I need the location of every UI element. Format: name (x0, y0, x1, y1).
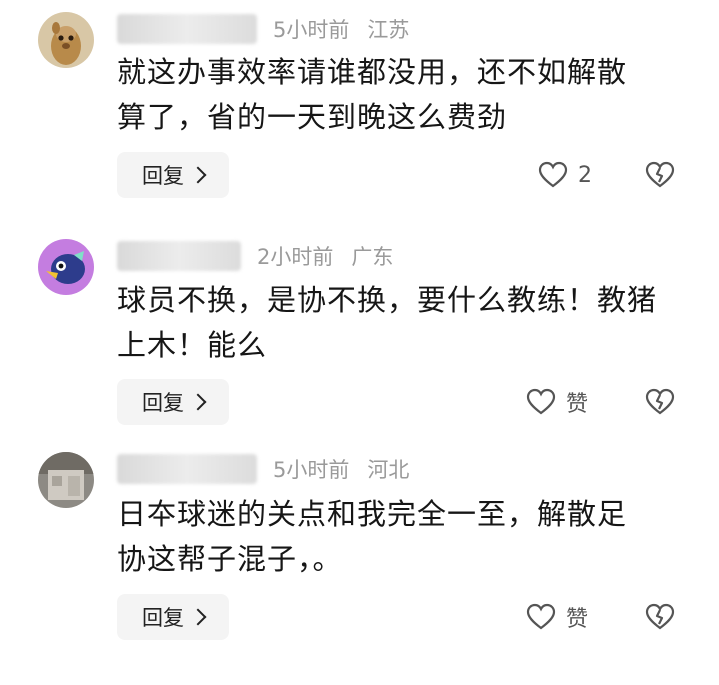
comment-text-line: 算了，省的一天到晚这么费劲 (117, 100, 508, 134)
like-label: 赞 (566, 607, 589, 632)
comment-location: 广东 (351, 245, 394, 269)
comment-text-line: 协这帮子混子，。 (117, 542, 343, 576)
comment-time: 5小时前 (273, 18, 350, 42)
comment-text: 就这办事效率请谁都没用，还不如解散 算了，省的一天到晚这么费劲 (117, 50, 687, 140)
like-label: 赞 (566, 392, 589, 417)
comment-text: 球员不换，是协不换，要什么教练！教猪 上木！能么 (117, 278, 687, 368)
like-count: 2 (578, 162, 592, 188)
like-button[interactable]: 2 (538, 152, 592, 198)
like-button[interactable]: 赞 (526, 379, 588, 425)
avatar-image (38, 239, 94, 295)
reply-button[interactable]: 回复 (117, 594, 229, 640)
broken-heart-icon (645, 603, 675, 630)
comment-meta: 5小时前 江苏 (117, 12, 409, 46)
username-blurred[interactable] (117, 14, 257, 44)
avatar[interactable] (38, 12, 94, 68)
heart-outline-icon (538, 161, 568, 188)
comment-location: 江苏 (367, 18, 410, 42)
reply-button[interactable]: 回复 (117, 379, 229, 425)
broken-heart-icon (645, 161, 675, 188)
reply-button[interactable]: 回复 (117, 152, 229, 198)
comment-text-line: 日夲球迷的关点和我完全一至，解散足 (117, 497, 628, 531)
comment-time: 5小时前 (273, 458, 350, 482)
avatar-image (38, 12, 94, 68)
chevron-right-icon (189, 166, 207, 184)
broken-heart-icon (645, 388, 675, 415)
heart-outline-icon (526, 603, 556, 630)
comment-text-line: 就这办事效率请谁都没用，还不如解散 (117, 55, 628, 89)
comment-text-line: 上木！能么 (117, 328, 268, 362)
username-blurred[interactable] (117, 454, 257, 484)
dislike-button[interactable] (644, 379, 676, 425)
avatar[interactable] (38, 452, 94, 508)
chevron-right-icon (189, 393, 207, 411)
comment-meta: 2小时前 广东 (117, 239, 393, 273)
like-button[interactable]: 赞 (526, 594, 588, 640)
comment-meta: 5小时前 河北 (117, 452, 409, 486)
chevron-right-icon (189, 608, 207, 626)
dislike-button[interactable] (644, 152, 676, 198)
reply-label: 回复 (142, 391, 184, 415)
reply-label: 回复 (142, 164, 184, 188)
comment-time: 2小时前 (257, 245, 334, 269)
reply-label: 回复 (142, 606, 184, 630)
heart-outline-icon (526, 388, 556, 415)
comment-text-line: 球员不换，是协不换，要什么教练！教猪 (117, 283, 658, 317)
comment-location: 河北 (367, 458, 410, 482)
dislike-button[interactable] (644, 594, 676, 640)
avatar[interactable] (38, 239, 94, 295)
comment-text: 日夲球迷的关点和我完全一至，解散足 协这帮子混子，。 (117, 492, 687, 582)
username-blurred[interactable] (117, 241, 241, 271)
avatar-image (38, 452, 94, 508)
